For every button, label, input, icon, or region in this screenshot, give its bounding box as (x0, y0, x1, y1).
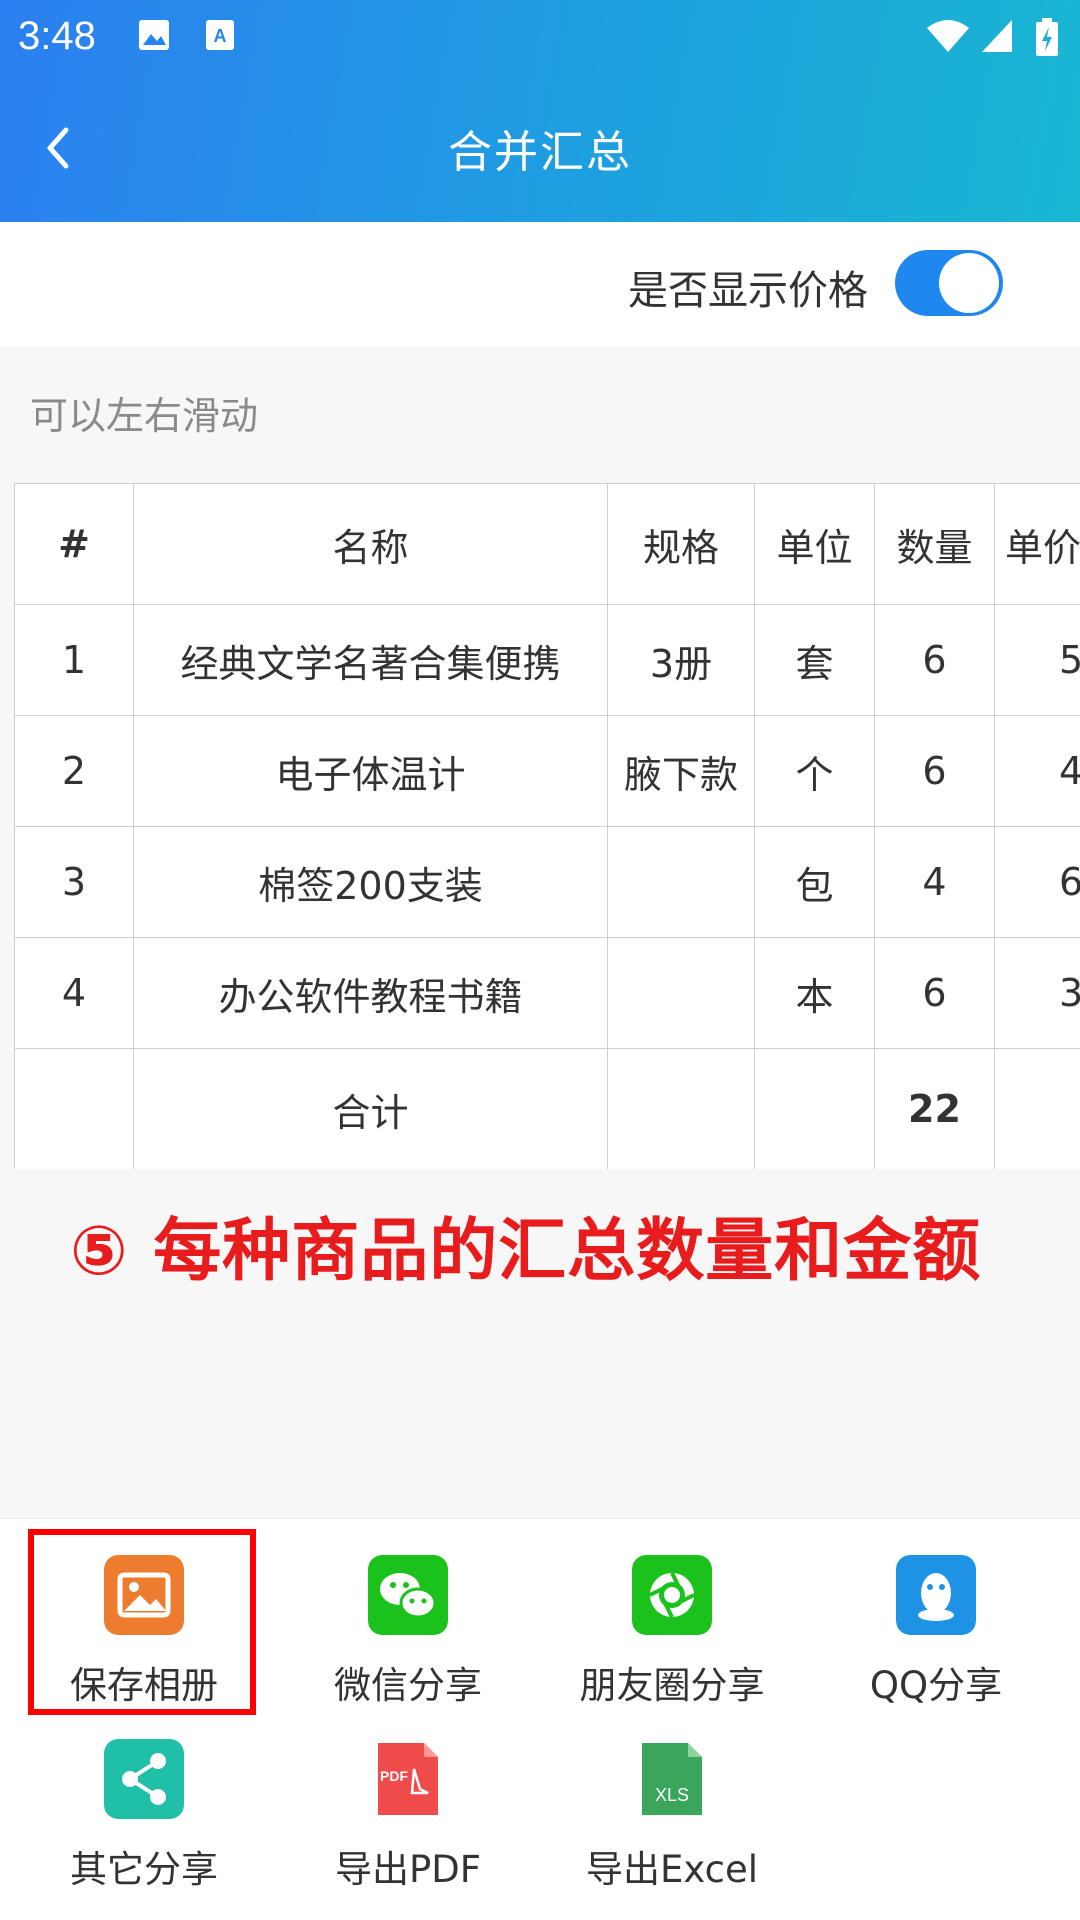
export-pdf-button[interactable]: PDF 导出PDF (288, 1739, 528, 1909)
qq-icon (896, 1555, 976, 1635)
cell-name: 办公软件教程书籍 (133, 937, 608, 1049)
qq-share-button[interactable]: QQ分享 (816, 1555, 1056, 1725)
cell-unit (754, 1048, 875, 1169)
wechat-icon (368, 1555, 448, 1635)
cell-unit: 个 (754, 715, 875, 827)
total-qty: 22 (874, 1048, 995, 1169)
header-cell-name: 名称 (133, 483, 608, 605)
battery-icon (1036, 18, 1058, 56)
share-label: 朋友圈分享 (579, 1664, 765, 1707)
wechat-share-button[interactable]: 微信分享 (288, 1555, 528, 1725)
gallery-notification-icon (139, 20, 169, 50)
summary-table: # 名称 规格 单位 数量 单价 1 经典文学名著合集便携 3册 套 6 5 2… (14, 483, 1080, 1169)
show-price-label: 是否显示价格 (628, 268, 868, 314)
cell-spec: 腋下款 (607, 715, 755, 827)
table-row: 1 经典文学名著合集便携 3册 套 6 5 (14, 604, 1080, 716)
share-icon (104, 1739, 184, 1819)
cell-index: 1 (14, 604, 134, 716)
title-bar: 合并汇总 (0, 100, 1080, 190)
status-time: 3:48 (18, 14, 96, 58)
page-title: 合并汇总 (448, 127, 632, 178)
cell-price: 4 (994, 715, 1080, 827)
table-total-row: 合计 22 (14, 1048, 1080, 1169)
header-cell-index: # (14, 483, 134, 605)
pdf-icon: PDF (378, 1743, 438, 1815)
summary-table-scroll[interactable]: # 名称 规格 单位 数量 单价 1 经典文学名著合集便携 3册 套 6 5 2… (14, 483, 1080, 1169)
cell-spec (607, 937, 755, 1049)
cell-qty: 6 (874, 604, 995, 716)
status-bar: 3:48 A (0, 0, 1080, 74)
table-row: 4 办公软件教程书籍 本 6 3 (14, 937, 1080, 1049)
share-label: 导出PDF (334, 1848, 482, 1891)
cell-index (14, 1048, 134, 1169)
cell-index: 4 (14, 937, 134, 1049)
share-label: 其它分享 (70, 1848, 218, 1891)
svg-text:A: A (214, 26, 227, 46)
share-label: 导出Excel (585, 1848, 758, 1891)
moments-share-button[interactable]: 朋友圈分享 (552, 1555, 792, 1725)
wifi-icon (927, 20, 969, 52)
cell-index: 2 (14, 715, 134, 827)
annotation-caption: ⑤ 每种商品的汇总数量和金额 (70, 1212, 982, 1291)
cell-index: 3 (14, 826, 134, 938)
cell-price (994, 1048, 1080, 1169)
cell-name: 棉签200支装 (133, 826, 608, 938)
header-cell-spec: 规格 (607, 483, 755, 605)
table-header-row: # 名称 规格 单位 数量 单价 (14, 483, 1080, 605)
table-row: 3 棉签200支装 包 4 6 (14, 826, 1080, 938)
show-price-row: 是否显示价格 (0, 222, 1080, 347)
cell-qty: 6 (874, 937, 995, 1049)
header-cell-price: 单价 (994, 483, 1080, 605)
table-row: 2 电子体温计 腋下款 个 6 4 (14, 715, 1080, 827)
cell-spec: 3册 (607, 604, 755, 716)
svg-text:XLS: XLS (655, 1785, 689, 1805)
app-notification-icon: A (206, 20, 234, 50)
share-label: QQ分享 (869, 1664, 1003, 1707)
share-label: 微信分享 (334, 1664, 482, 1707)
cell-unit: 本 (754, 937, 875, 1049)
cell-spec (607, 1048, 755, 1169)
show-price-switch[interactable] (895, 250, 1003, 316)
export-excel-button[interactable]: XLS 导出Excel (552, 1739, 792, 1909)
header-cell-unit: 单位 (754, 483, 875, 605)
cell-unit: 套 (754, 604, 875, 716)
switch-knob (939, 253, 999, 313)
other-share-button[interactable]: 其它分享 (24, 1739, 264, 1909)
header-cell-qty: 数量 (874, 483, 995, 605)
svg-text:PDF: PDF (380, 1768, 408, 1784)
excel-icon: XLS (642, 1743, 702, 1815)
signal-icon (982, 20, 1012, 52)
cell-qty: 4 (874, 826, 995, 938)
cell-unit: 包 (754, 826, 875, 938)
cell-qty: 6 (874, 715, 995, 827)
cell-price: 5 (994, 604, 1080, 716)
cell-name: 经典文学名著合集便携 (133, 604, 608, 716)
moments-icon (632, 1555, 712, 1635)
total-label: 合计 (133, 1048, 608, 1169)
cell-price: 3 (994, 937, 1080, 1049)
app-header: 3:48 A 合并汇总 (0, 0, 1080, 222)
cell-name: 电子体温计 (133, 715, 608, 827)
cell-spec (607, 826, 755, 938)
cell-price: 6 (994, 826, 1080, 938)
scroll-hint: 可以左右滑动 (30, 394, 259, 438)
highlight-box (28, 1529, 256, 1715)
